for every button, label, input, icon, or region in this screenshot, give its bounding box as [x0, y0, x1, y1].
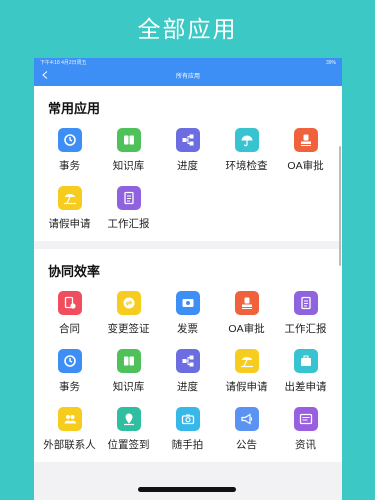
app-item[interactable]: 进度: [158, 125, 217, 183]
app-item[interactable]: 知识库: [99, 125, 158, 183]
app-label: 位置签到: [107, 439, 150, 451]
app-label: 随手拍: [171, 439, 204, 451]
app-item[interactable]: 变更签证: [99, 288, 158, 346]
app-item[interactable]: 环境检查: [217, 125, 276, 183]
app-item[interactable]: 合同: [40, 288, 99, 346]
flowchart-icon: [175, 128, 200, 152]
app-item[interactable]: 外部联系人: [40, 404, 99, 462]
section-common-apps: 常用应用 事务 知识库 进度 环境检查 OA审批请假申请 工作汇报: [34, 86, 342, 241]
app-item[interactable]: OA审批: [276, 125, 335, 183]
app-label: 合同: [59, 323, 80, 335]
app-label: 请假申请: [48, 218, 91, 230]
beach-icon: [234, 349, 259, 373]
stamp-icon: [293, 128, 318, 152]
page-hero-title: 全部应用: [137, 16, 238, 42]
battery-level: 39%: [325, 60, 336, 66]
apps-content: 常用应用 事务 知识库 进度 环境检查 OA审批 请假申请 工作汇报 协同效率 合同 变更签证…: [34, 86, 342, 500]
travel-icon: [293, 349, 318, 373]
contacts-icon: [57, 407, 82, 431]
app-screen: 下午4:18 4月2日周五 39% 所有应用 常用应用 事务 知识库 进度 环境检查 O…: [34, 58, 342, 500]
app-item[interactable]: 资讯: [276, 404, 335, 462]
app-label: 事务: [59, 381, 80, 393]
app-item[interactable]: 请假申请: [40, 183, 99, 241]
app-item[interactable]: 出差申请: [276, 346, 335, 404]
status-time: 下午4:18: [40, 60, 60, 66]
app-label: OA审批: [228, 323, 265, 335]
nav-title: 所有应用: [175, 74, 200, 80]
app-item[interactable]: 工作汇报: [99, 183, 158, 241]
app-label: 进度: [177, 160, 198, 172]
umbrella-icon: [234, 128, 259, 152]
home-indicator[interactable]: [138, 487, 236, 492]
clock-icon: [57, 128, 82, 152]
app-item[interactable]: 进度: [158, 346, 217, 404]
invoice-icon: [175, 291, 200, 315]
megaphone-icon: [234, 407, 259, 431]
app-label: 请假申请: [225, 381, 268, 393]
app-grid: 合同 变更签证 发票 OA审批 工作汇报事务 知识库 进度 请假申请 出差申请外部联系人 位置签到…: [40, 288, 336, 462]
app-label: 发票: [177, 323, 198, 335]
camera-icon: [175, 407, 200, 431]
section-title: 协同效率: [48, 264, 101, 279]
status-bar: 下午4:18 4月2日周五 39%: [34, 58, 342, 68]
stamp-icon: [234, 291, 259, 315]
location-icon: [116, 407, 141, 431]
report-icon: [293, 291, 318, 315]
nav-row: 所有应用: [34, 68, 342, 86]
app-item[interactable]: 位置签到: [99, 404, 158, 462]
section-title: 常用应用: [48, 101, 101, 116]
report-icon: [116, 186, 141, 210]
app-label: 资讯: [295, 439, 316, 451]
app-label: 变更签证: [107, 323, 150, 335]
app-item[interactable]: OA审批: [217, 288, 276, 346]
app-label: 事务: [59, 160, 80, 172]
app-label: 环境检查: [225, 160, 268, 172]
book-icon: [116, 128, 141, 152]
app-label: 工作汇报: [107, 218, 150, 230]
book-icon: [116, 349, 141, 373]
news-icon: [293, 407, 318, 431]
flowchart-icon: [175, 349, 200, 373]
section-collaboration: 协同效率 合同 变更签证 发票 OA审批 工作汇报事务 知识库 进度 请假申请 出差申请外部联系…: [34, 249, 342, 462]
app-item[interactable]: 请假申请: [217, 346, 276, 404]
status-date: 4月2日周五: [61, 60, 87, 66]
app-label: 外部联系人: [43, 439, 96, 451]
app-item[interactable]: 发票: [158, 288, 217, 346]
app-item[interactable]: 事务: [40, 125, 99, 183]
beach-icon: [57, 186, 82, 210]
app-label: 公告: [236, 439, 257, 451]
app-label: 进度: [177, 381, 198, 393]
app-item[interactable]: 知识库: [99, 346, 158, 404]
app-item[interactable]: 随手拍: [158, 404, 217, 462]
app-item[interactable]: 工作汇报: [276, 288, 335, 346]
app-label: 出差申请: [284, 381, 327, 393]
navigation-bar: 下午4:18 4月2日周五 39% 所有应用: [34, 58, 342, 86]
app-label: OA审批: [287, 160, 324, 172]
exchange-icon: [116, 291, 141, 315]
app-item[interactable]: 事务: [40, 346, 99, 404]
scrollbar[interactable]: [339, 146, 341, 266]
app-grid: 事务 知识库 进度 环境检查 OA审批请假申请 工作汇报: [40, 125, 336, 241]
contract-icon: [57, 291, 82, 315]
app-label: 工作汇报: [284, 323, 327, 335]
status-time-date: 下午4:18 4月2日周五: [40, 58, 87, 68]
app-label: 知识库: [112, 160, 145, 172]
clock-icon: [57, 349, 82, 373]
app-label: 知识库: [112, 381, 145, 393]
app-item[interactable]: 公告: [217, 404, 276, 462]
